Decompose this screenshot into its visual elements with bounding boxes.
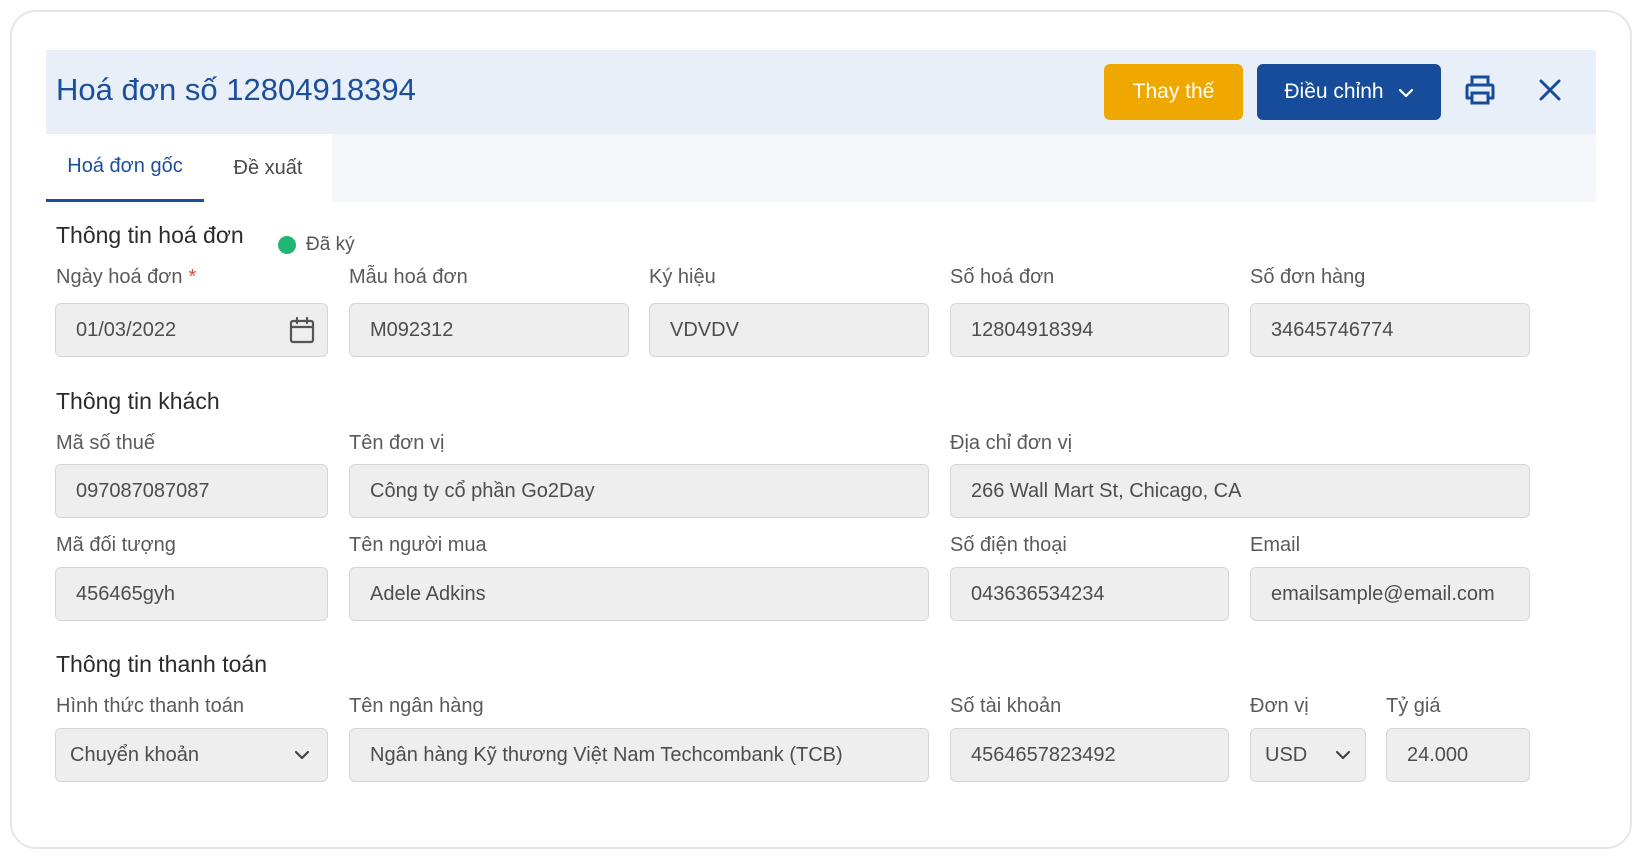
order-number-label: Số đơn hàng xyxy=(1250,266,1366,288)
buyer-name-label: Tên người mua xyxy=(349,534,487,556)
required-mark: * xyxy=(188,266,197,288)
replace-button[interactable]: Thay thế xyxy=(1104,64,1243,120)
invoice-date-field[interactable]: 01/03/2022 xyxy=(55,303,328,357)
bank-name-field[interactable]: Ngân hàng Kỹ thương Việt Nam Techcombank… xyxy=(349,728,929,782)
phone-field[interactable]: 043636534234 xyxy=(950,567,1229,621)
company-address-field[interactable]: 266 Wall Mart St, Chicago, CA xyxy=(950,464,1530,518)
company-address-label: Địa chỉ đơn vị xyxy=(950,432,1073,454)
tax-code-field[interactable]: 097087087087 xyxy=(55,464,328,518)
payment-method-select[interactable]: Chuyển khoản xyxy=(55,728,328,782)
invoice-date-label: Ngày hoá đơn * xyxy=(56,266,197,288)
section-payment-info-title: Thông tin thanh toán xyxy=(56,651,267,677)
invoice-template-field[interactable]: M092312 xyxy=(349,303,629,357)
chevron-down-icon xyxy=(1321,729,1365,781)
tab-bar: Hoá đơn gốc Đề xuất xyxy=(46,134,1596,202)
symbol-label: Ký hiệu xyxy=(649,266,716,288)
print-icon xyxy=(1463,74,1497,111)
company-name-label: Tên đơn vị xyxy=(349,432,445,454)
chevron-down-icon xyxy=(1398,80,1414,104)
payment-method-label: Hình thức thanh toán xyxy=(56,695,244,717)
invoice-number-field[interactable]: 12804918394 xyxy=(950,303,1229,357)
status-text: Đã ký xyxy=(306,234,355,255)
page-title: Hoá đơn số 12804918394 xyxy=(56,72,416,107)
bank-name-label: Tên ngân hàng xyxy=(349,695,484,717)
account-number-label: Số tài khoản xyxy=(950,695,1062,717)
invoice-number-label: Số hoá đơn xyxy=(950,266,1055,288)
exchange-rate-label: Tỷ giá xyxy=(1386,695,1441,717)
email-label: Email xyxy=(1250,534,1301,556)
tax-code-label: Mã số thuế xyxy=(56,432,155,454)
currency-select[interactable]: USD xyxy=(1250,728,1366,782)
close-icon xyxy=(1538,78,1562,107)
email-field[interactable]: emailsample@email.com xyxy=(1250,567,1530,621)
symbol-field[interactable]: VDVDV xyxy=(649,303,929,357)
section-invoice-info-title: Thông tin hoá đơn xyxy=(56,222,244,248)
object-code-field[interactable]: 456465gyh xyxy=(55,567,328,621)
tab-original-invoice[interactable]: Hoá đơn gốc xyxy=(46,134,204,202)
calendar-icon[interactable] xyxy=(277,304,327,356)
tab-proposal[interactable]: Đề xuất xyxy=(204,134,332,202)
status-dot xyxy=(278,236,296,254)
print-button[interactable] xyxy=(1460,72,1500,112)
account-number-field[interactable]: 4564657823492 xyxy=(950,728,1229,782)
buyer-name-field[interactable]: Adele Adkins xyxy=(349,567,929,621)
order-number-field[interactable]: 34645746774 xyxy=(1250,303,1530,357)
phone-label: Số điện thoại xyxy=(950,534,1067,556)
close-button[interactable] xyxy=(1530,72,1570,112)
object-code-label: Mã đối tượng xyxy=(56,534,176,556)
exchange-rate-field[interactable]: 24.000 xyxy=(1386,728,1530,782)
chevron-down-icon xyxy=(277,729,327,781)
status-badge: Đã ký xyxy=(278,234,355,256)
dialog-header: Hoá đơn số 12804918394 Thay thế Điều chỉ… xyxy=(46,50,1596,134)
currency-label: Đơn vị xyxy=(1250,695,1309,717)
adjust-dropdown-button[interactable]: Điều chỉnh xyxy=(1257,64,1441,120)
invoice-template-label: Mẫu hoá đơn xyxy=(349,266,468,288)
adjust-button-label: Điều chỉnh xyxy=(1284,80,1384,103)
section-customer-info-title: Thông tin khách xyxy=(56,388,220,414)
company-name-field[interactable]: Công ty cổ phần Go2Day xyxy=(349,464,929,518)
